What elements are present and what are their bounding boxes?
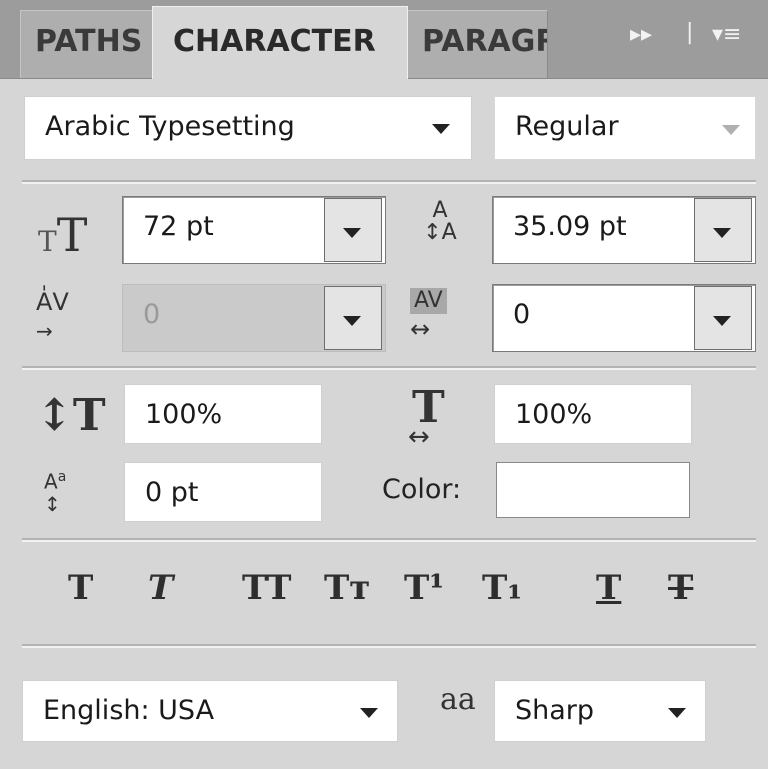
color-label: Color: xyxy=(382,474,462,505)
baseline-shift-icon: Aa ↕ xyxy=(44,469,67,516)
horizontal-scale-value: 100% xyxy=(515,399,593,430)
tab-bar: PATHS CHARACTER PARAGRAPH ▸▸ | ▾≡ xyxy=(0,0,768,79)
divider xyxy=(22,538,756,542)
faux-bold-button[interactable]: T xyxy=(68,568,93,608)
strikethrough-button[interactable]: T xyxy=(668,568,693,608)
tracking-arrow-icon: ↔ xyxy=(410,315,431,343)
superscript-button[interactable]: T¹ xyxy=(404,568,444,608)
language-chevron-down-icon[interactable] xyxy=(360,708,378,718)
tab-character[interactable]: CHARACTER xyxy=(152,6,408,79)
character-panel: PATHS CHARACTER PARAGRAPH ▸▸ | ▾≡ Arabic… xyxy=(0,0,768,769)
subscript-button[interactable]: T₁ xyxy=(482,568,522,608)
tracking-icon: AV xyxy=(410,288,447,314)
leading-chevron-down-icon xyxy=(713,228,731,238)
anti-aliasing-value: Sharp xyxy=(515,695,595,726)
kerning-chevron-down-icon xyxy=(343,316,361,326)
collapse-icon[interactable]: ▸▸ xyxy=(630,22,652,47)
kerning-value: 0 xyxy=(143,299,161,330)
divider xyxy=(22,180,756,184)
font-size-chevron-down-icon xyxy=(343,228,361,238)
horizontal-scale-arrow-icon: ↔ xyxy=(408,422,430,452)
leading-icon: A ↕A xyxy=(423,198,457,245)
all-caps-button[interactable]: TT xyxy=(242,568,291,608)
font-style-chevron-down-icon[interactable] xyxy=(722,125,740,135)
vertical-scale-field[interactable]: 100% xyxy=(124,384,322,444)
tab-paths[interactable]: PATHS xyxy=(20,10,152,78)
toolbar-divider: | xyxy=(686,20,694,45)
panel-menu-icon[interactable]: ▾≡ xyxy=(712,22,741,47)
font-style-select[interactable]: Regular xyxy=(494,96,756,160)
small-caps-button[interactable]: Tт xyxy=(324,568,370,608)
vertical-scale-icon: ↕T xyxy=(36,390,106,441)
kerning-icon: A̍V → xyxy=(36,288,69,343)
tab-paragraph[interactable]: PARAGRAPH xyxy=(408,10,548,78)
tracking-value: 0 xyxy=(513,299,531,330)
anti-aliasing-chevron-down-icon[interactable] xyxy=(668,708,686,718)
font-size-value: 72 pt xyxy=(143,211,214,242)
divider xyxy=(22,644,756,648)
vertical-scale-value: 100% xyxy=(145,399,223,430)
horizontal-scale-field[interactable]: 100% xyxy=(494,384,692,444)
color-swatch[interactable] xyxy=(496,462,690,518)
baseline-shift-field[interactable]: 0 pt xyxy=(124,462,322,522)
language-value: English: USA xyxy=(43,695,215,726)
font-family-chevron-down-icon[interactable] xyxy=(432,124,450,134)
anti-aliasing-icon: aa xyxy=(440,682,476,717)
faux-italic-button[interactable]: T xyxy=(148,568,173,608)
underline-button[interactable]: T xyxy=(596,568,621,608)
baseline-shift-value: 0 pt xyxy=(145,477,199,508)
divider xyxy=(22,366,756,370)
leading-value: 35.09 pt xyxy=(513,211,627,242)
font-style-value: Regular xyxy=(515,111,619,142)
font-family-select[interactable]: Arabic Typesetting xyxy=(24,96,472,160)
font-family-value: Arabic Typesetting xyxy=(45,111,295,142)
tracking-chevron-down-icon xyxy=(713,316,731,326)
font-size-icon: TT xyxy=(38,208,88,262)
language-select[interactable]: English: USA xyxy=(22,680,398,742)
